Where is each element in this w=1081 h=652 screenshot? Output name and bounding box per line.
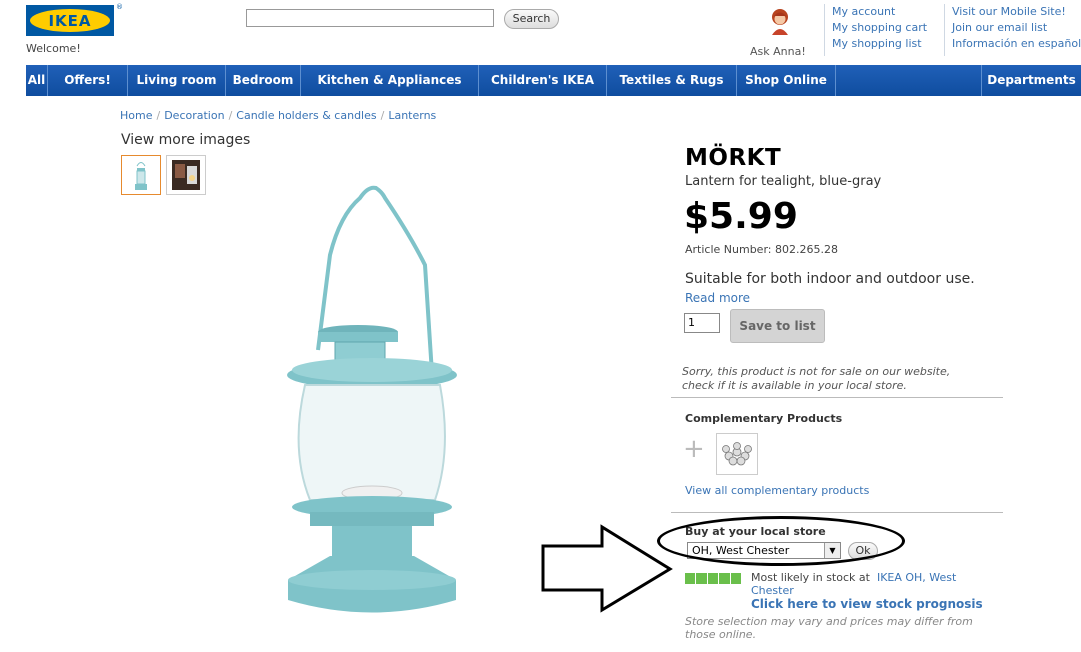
nav-kitchen[interactable]: Kitchen & Appliances: [301, 65, 479, 96]
nav-bedroom[interactable]: Bedroom: [226, 65, 301, 96]
complementary-title: Complementary Products: [685, 412, 843, 425]
plus-icon: +: [683, 434, 705, 464]
thumbnail-scene[interactable]: [166, 155, 206, 195]
breadcrumb-decoration[interactable]: Decoration: [164, 109, 224, 122]
ask-anna-label[interactable]: Ask Anna!: [750, 45, 806, 58]
anna-avatar-icon[interactable]: [768, 7, 792, 35]
view-complementary-link[interactable]: View all complementary products: [685, 484, 869, 497]
my-account-link[interactable]: My account: [832, 4, 927, 20]
nav-shop-online[interactable]: Shop Online: [737, 65, 836, 96]
stock-indicator: [685, 573, 742, 584]
info-links: Visit our Mobile Site! Join our email li…: [944, 4, 1081, 56]
ikea-logo[interactable]: IKEA: [26, 5, 114, 36]
product-image: [287, 185, 457, 613]
email-list-link[interactable]: Join our email list: [952, 20, 1081, 36]
registered-mark: ®: [116, 3, 123, 11]
read-more-link[interactable]: Read more: [685, 291, 750, 305]
store-selection-note: Store selection may vary and prices may …: [685, 615, 973, 641]
breadcrumb-separator: /: [228, 109, 233, 122]
divider: [671, 397, 1003, 398]
breadcrumb-home[interactable]: Home: [120, 109, 152, 122]
main-nav: All Offers! Living room Bedroom Kitchen …: [26, 65, 1081, 96]
annotation-arrow-icon: [541, 524, 673, 613]
breadcrumb-separator: /: [380, 109, 385, 122]
view-more-images-label: View more images: [121, 132, 251, 148]
product-description: Suitable for both indoor and outdoor use…: [685, 271, 975, 287]
product-title: MÖRKT: [685, 145, 782, 171]
nav-all[interactable]: All: [26, 65, 48, 96]
account-links: My account My shopping cart My shopping …: [824, 4, 927, 56]
search-button[interactable]: Search: [504, 9, 559, 29]
stock-segment: [707, 573, 719, 584]
save-to-list-button[interactable]: Save to list: [730, 309, 825, 343]
stock-segment: [719, 573, 730, 584]
spanish-info-link[interactable]: Información en español: [952, 36, 1081, 52]
breadcrumb: Home / Decoration / Candle holders & candles…: [120, 109, 436, 122]
breadcrumb-candle-holders[interactable]: Candle holders & candles: [236, 109, 376, 122]
shopping-cart-link[interactable]: My shopping cart: [832, 20, 927, 36]
lantern-glass: [297, 384, 446, 501]
product-price: $5.99: [684, 196, 798, 237]
mobile-site-link[interactable]: Visit our Mobile Site!: [952, 4, 1081, 20]
breadcrumb-lanterns[interactable]: Lanterns: [388, 109, 436, 122]
stock-segment: [685, 573, 696, 584]
stock-segment: [696, 573, 707, 584]
article-number: Article Number: 802.265.28: [685, 243, 838, 256]
nav-textiles[interactable]: Textiles & Rugs: [607, 65, 737, 96]
highlight-ellipse: [657, 516, 905, 566]
stock-prognosis-link[interactable]: Click here to view stock prognosis: [751, 597, 983, 611]
not-for-sale-notice: Sorry, this product is not for sale on o…: [682, 365, 951, 392]
nav-offers[interactable]: Offers!: [48, 65, 128, 96]
complementary-product-thumbnail[interactable]: [716, 433, 758, 475]
quantity-input[interactable]: 1: [684, 313, 720, 333]
thumbnail-lantern[interactable]: [121, 155, 161, 195]
breadcrumb-separator: /: [156, 109, 161, 122]
stock-status: Most likely in stock at IKEA OH, West Ch…: [751, 571, 996, 597]
stock-status-text: Most likely in stock at: [751, 571, 870, 584]
nav-childrens[interactable]: Children's IKEA: [479, 65, 607, 96]
nav-living-room[interactable]: Living room: [128, 65, 226, 96]
shopping-list-link[interactable]: My shopping list: [832, 36, 927, 52]
product-subtitle: Lantern for tealight, blue-gray: [685, 174, 882, 189]
welcome-text: Welcome!: [26, 42, 81, 55]
nav-departments[interactable]: Departments: [981, 65, 1081, 96]
stock-segment: [730, 573, 742, 584]
divider: [671, 512, 1003, 513]
search-input[interactable]: [246, 9, 494, 27]
logo-text: IKEA: [48, 12, 92, 30]
